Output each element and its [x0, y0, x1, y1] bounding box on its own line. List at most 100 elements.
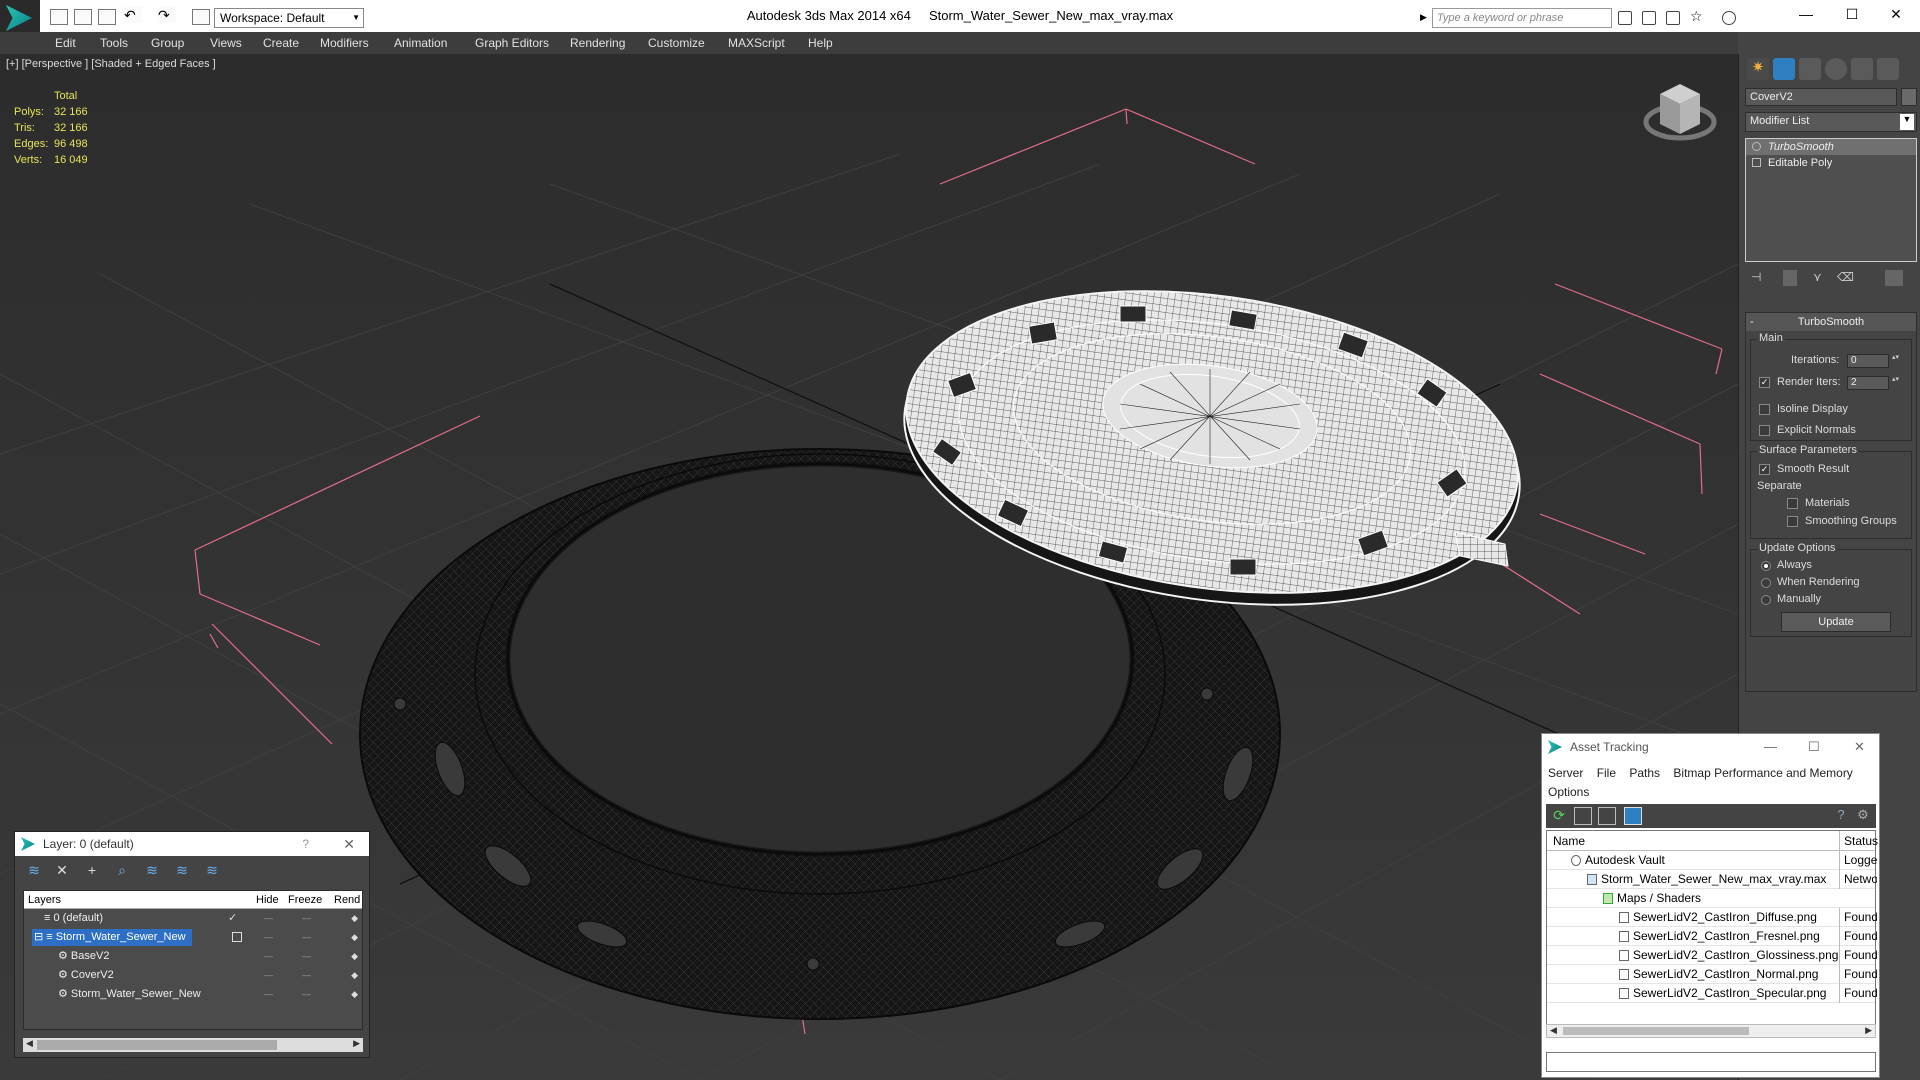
minimize-button[interactable]: — [1794, 6, 1818, 22]
hide-all-layers-icon[interactable]: ≋ [173, 862, 191, 878]
active-layer-check-icon[interactable]: ✓ [228, 909, 237, 928]
update-button[interactable]: Update [1781, 612, 1891, 632]
add-to-layer-icon[interactable]: + [83, 862, 101, 878]
list-view-icon[interactable] [1574, 807, 1592, 825]
highlight-layer-icon[interactable]: ≋ [143, 862, 161, 878]
lightbulb-icon[interactable] [1752, 142, 1761, 151]
menu-customize[interactable]: Customize [648, 36, 705, 50]
smoothing-groups-checkbox[interactable] [1787, 516, 1798, 527]
stack-item-editable-poly[interactable]: Editable Poly [1746, 155, 1916, 171]
menu-maxscript[interactable]: MAXScript [728, 36, 785, 50]
hide-toggle[interactable]: — [264, 928, 273, 947]
freeze-toggle[interactable]: — [302, 928, 311, 947]
star-icon[interactable]: ☆ [1690, 8, 1704, 24]
help-icon[interactable]: ? [302, 832, 309, 856]
asset-dialog-titlebar[interactable]: Asset Tracking — ☐ ✕ [1542, 734, 1879, 760]
render-teapot-icon[interactable]: ◆ [351, 985, 358, 1004]
menu-tools[interactable]: Tools [100, 36, 128, 50]
freeze-toggle[interactable]: — [302, 947, 311, 966]
scroll-right-icon[interactable]: ▶ [1865, 1025, 1872, 1036]
layers-stack-icon[interactable]: ≋ [25, 862, 43, 878]
scroll-thumb[interactable] [1563, 1027, 1749, 1035]
modifier-list-dropdown[interactable]: Modifier List ▼ [1745, 112, 1917, 132]
binoculars-icon[interactable] [1618, 11, 1632, 25]
expand-icon[interactable] [1752, 158, 1761, 167]
scroll-left-icon[interactable]: ◀ [26, 1038, 33, 1049]
search-expand-icon[interactable]: ▶ [1420, 12, 1427, 23]
asset-menu-server[interactable]: Server [1548, 766, 1583, 780]
search-input[interactable]: Type a keyword or phrase [1432, 8, 1612, 28]
subscription-icon[interactable] [1666, 11, 1680, 25]
freeze-toggle[interactable]: — [302, 985, 311, 1004]
menu-graph-editors[interactable]: Graph Editors [475, 36, 549, 50]
object-color-swatch[interactable] [1901, 88, 1917, 106]
close-icon[interactable]: ✕ [343, 832, 355, 856]
render-iters-spinner[interactable]: 2 [1847, 376, 1900, 390]
hierarchy-tab-icon[interactable] [1799, 58, 1821, 80]
col-status[interactable]: Status [1839, 831, 1878, 851]
viewport-label[interactable]: [+] [Perspective ] [Shaded + Edged Faces… [6, 58, 216, 70]
render-teapot-icon[interactable]: ◆ [351, 947, 358, 966]
layer-horizontal-scrollbar[interactable]: ◀ ▶ [23, 1038, 363, 1052]
hide-toggle[interactable]: — [264, 966, 273, 985]
render-iters-checkbox[interactable]: ✓ [1759, 377, 1770, 388]
maximize-button[interactable]: ☐ [1840, 6, 1864, 23]
create-tab-icon[interactable]: ✷ [1747, 58, 1769, 80]
col-layers[interactable]: Layers [28, 894, 61, 906]
col-freeze[interactable]: Freeze [288, 894, 322, 906]
configure-sets-icon[interactable] [1885, 270, 1903, 286]
layer-row[interactable]: ⚙ CoverV2 — — ◆ [24, 966, 362, 985]
update-always-radio[interactable] [1761, 561, 1771, 571]
col-render[interactable]: Rend [334, 894, 360, 906]
asset-row[interactable]: Maps / Shaders [1547, 889, 1875, 908]
asset-row[interactable]: SewerLidV2_CastIron_Specular.png Found [1547, 984, 1877, 1003]
help-icon[interactable]: ? [1832, 807, 1850, 825]
rollout-header[interactable]: - TurboSmooth [1746, 313, 1916, 331]
object-name-field[interactable]: CoverV2 [1745, 88, 1897, 106]
asset-row[interactable]: Autodesk Vault Logged [1547, 851, 1877, 870]
asset-row[interactable]: SewerLidV2_CastIron_Normal.png Found [1547, 965, 1877, 984]
select-objects-icon[interactable]: ⌕ [113, 862, 131, 878]
grid-view-icon[interactable] [1624, 807, 1642, 825]
explicit-normals-checkbox[interactable] [1759, 425, 1770, 436]
layer-row[interactable]: ⊟ ≡ Storm_Water_Sewer_New — — ◆ [24, 928, 362, 947]
freeze-toggle[interactable]: — [302, 909, 311, 928]
smooth-result-checkbox[interactable]: ✓ [1759, 464, 1770, 475]
asset-row[interactable]: Storm_Water_Sewer_New_max_vray.max Netwo… [1547, 870, 1877, 889]
menu-views[interactable]: Views [210, 36, 242, 50]
menu-rendering[interactable]: Rendering [570, 36, 625, 50]
render-teapot-icon[interactable]: ◆ [351, 928, 358, 947]
help-icon[interactable] [1722, 11, 1736, 25]
menu-help[interactable]: Help [808, 36, 833, 50]
refresh-icon[interactable]: ⟳ [1550, 807, 1568, 825]
utilities-tab-icon[interactable] [1877, 58, 1899, 80]
hide-toggle[interactable]: — [264, 947, 273, 966]
set-active-layer-icon[interactable] [232, 932, 242, 942]
make-unique-icon[interactable]: ⋎ [1813, 270, 1831, 286]
menu-create[interactable]: Create [263, 36, 299, 50]
render-teapot-icon[interactable]: ◆ [351, 966, 358, 985]
asset-row[interactable]: SewerLidV2_CastIron_Glossiness.png Found [1547, 946, 1877, 965]
hide-toggle[interactable]: — [264, 909, 273, 928]
render-teapot-icon[interactable]: ◆ [351, 909, 358, 928]
asset-menu-paths[interactable]: Paths [1629, 766, 1660, 780]
maximize-button[interactable]: ☐ [1808, 734, 1820, 760]
delete-layer-icon[interactable]: ✕ [53, 862, 71, 878]
display-tab-icon[interactable] [1851, 58, 1873, 80]
settings-icon[interactable]: ⚙ [1854, 807, 1872, 825]
asset-row[interactable]: SewerLidV2_CastIron_Fresnel.png Found [1547, 927, 1877, 946]
motion-tab-icon[interactable] [1825, 58, 1847, 80]
pin-stack-icon[interactable]: ⊣ [1751, 270, 1769, 286]
stack-item-turbosmooth[interactable]: TurboSmooth [1746, 139, 1916, 155]
materials-checkbox[interactable] [1787, 498, 1798, 509]
asset-menu-bitmap[interactable]: Bitmap Performance and Memory [1673, 766, 1852, 780]
asset-menu-options[interactable]: Options [1548, 785, 1589, 799]
show-end-result-icon[interactable] [1783, 270, 1797, 286]
col-hide[interactable]: Hide [256, 894, 279, 906]
col-name[interactable]: Name [1553, 834, 1585, 848]
asset-horizontal-scrollbar[interactable]: ◀ ▶ [1546, 1024, 1876, 1038]
scroll-right-icon[interactable]: ▶ [353, 1038, 360, 1049]
update-when-rendering-radio[interactable] [1761, 578, 1771, 588]
layer-row[interactable]: ⚙ Storm_Water_Sewer_New — — ◆ [24, 985, 362, 1004]
iterations-spinner[interactable]: 0 [1847, 354, 1900, 368]
